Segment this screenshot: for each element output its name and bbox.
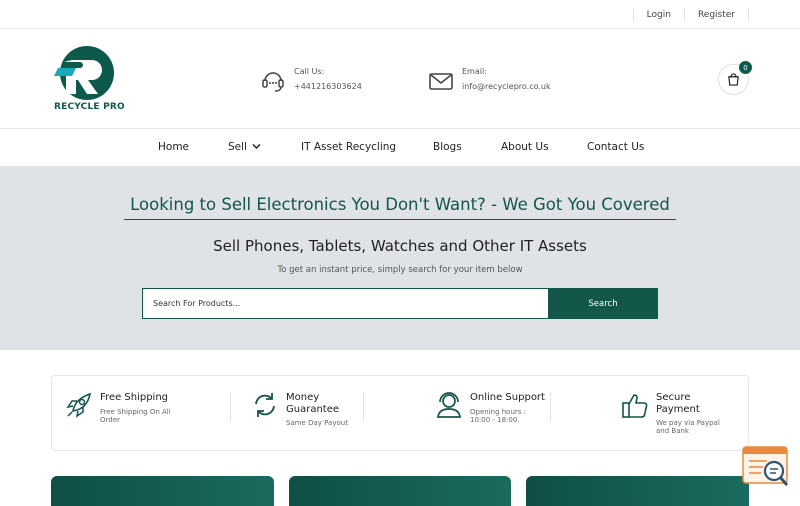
envelope-icon [429, 73, 453, 90]
feature-title: Free Shipping [100, 392, 169, 403]
feature-free-shipping: Free Shipping Free Shipping On All Order [64, 376, 231, 452]
site-header: RECYCLE PRO Call Us: +441216303624 Email… [0, 29, 800, 129]
feature-subtitle: Opening hours : 10:00 - 18:00. [470, 408, 527, 424]
thumbs-up-icon [622, 394, 648, 418]
feature-title: Secure Payment [656, 392, 700, 415]
hero-tagline: To get an instant price, simply search f… [277, 265, 523, 275]
brand-name: RECYCLE PRO [54, 102, 125, 112]
feature-online-support: Online Support Opening hours : 10:00 - 1… [434, 376, 609, 452]
product-cards-row [0, 476, 800, 506]
nav-it-asset-recycling[interactable]: IT Asset Recycling [301, 141, 396, 153]
shopping-bag-icon [728, 73, 739, 86]
top-bar: Login Register [0, 0, 800, 29]
hero-section: Looking to Sell Electronics You Don't Wa… [0, 167, 800, 350]
feature-secure-payment: Secure Payment We pay via Paypal and Ban… [620, 376, 740, 452]
register-link[interactable]: Register [683, 7, 749, 22]
floating-help-widget[interactable] [741, 445, 791, 489]
recycle-pro-logo-icon [54, 46, 114, 100]
email-address[interactable]: info@recyclepro.co.uk [462, 79, 551, 95]
search-input[interactable] [142, 288, 548, 319]
cart-button[interactable]: 0 [718, 61, 752, 95]
phone-number[interactable]: +441216303624 [294, 79, 362, 95]
hero-subheadline: Sell Phones, Tablets, Watches and Other … [213, 237, 587, 255]
feature-subtitle: We pay via Paypal and Bank [656, 419, 720, 435]
feature-divider [363, 392, 364, 422]
call-us-label: Call Us: [294, 67, 325, 76]
nav-sell[interactable]: Sell [228, 141, 261, 153]
main-nav: Home Sell IT Asset Recycling Blogs About… [0, 129, 800, 167]
feature-subtitle: Same Day Payout [286, 419, 348, 427]
refresh-icon [255, 393, 275, 417]
chevron-down-icon [252, 143, 261, 150]
feature-divider [230, 392, 231, 422]
nav-sell-label: Sell [228, 141, 247, 153]
cart-count-badge: 0 [739, 61, 752, 74]
nav-about-us[interactable]: About Us [501, 141, 549, 153]
search-button[interactable]: Search [548, 288, 658, 319]
feature-divider [550, 392, 551, 422]
feature-title: Online Support [470, 392, 545, 403]
nav-home[interactable]: Home [158, 141, 189, 153]
support-agent-icon [437, 392, 461, 418]
feature-title: Money Guarantee [286, 392, 340, 415]
product-search: Search [142, 288, 658, 319]
hero-headline: Looking to Sell Electronics You Don't Wa… [124, 195, 676, 220]
email-label: Email: [462, 67, 487, 76]
feature-subtitle: Free Shipping On All Order [100, 408, 171, 424]
email-block: Email: info@recyclepro.co.uk [428, 65, 551, 95]
call-us-block: Call Us: +441216303624 [260, 65, 362, 95]
nav-blogs[interactable]: Blogs [433, 141, 462, 153]
feature-money-guarantee: Money Guarantee Same Day Payout [250, 376, 420, 452]
features-strip: Free Shipping Free Shipping On All Order… [51, 375, 749, 451]
product-card[interactable] [526, 476, 749, 506]
product-card[interactable] [51, 476, 274, 506]
product-card[interactable] [289, 476, 511, 506]
headset-icon [262, 72, 284, 92]
document-search-icon [742, 446, 789, 486]
rocket-icon [66, 392, 92, 418]
nav-contact-us[interactable]: Contact Us [587, 141, 644, 153]
login-link[interactable]: Login [632, 7, 684, 22]
brand-logo[interactable]: RECYCLE PRO [54, 44, 125, 114]
account-links: Login Register [632, 0, 749, 29]
